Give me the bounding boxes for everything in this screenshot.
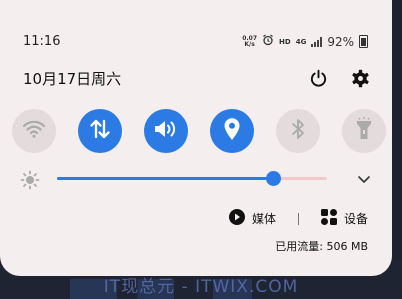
- wifi-icon: [22, 119, 46, 143]
- play-icon: [228, 209, 245, 228]
- net-speed: 0.07 K/s: [242, 35, 257, 48]
- signal-icon: [311, 36, 323, 47]
- toggle-mobile-data[interactable]: [78, 109, 122, 153]
- brightness-fill: [57, 177, 273, 180]
- toggle-sound[interactable]: [144, 109, 188, 153]
- battery-icon: [359, 35, 368, 48]
- brightness-sun-icon: [20, 170, 40, 194]
- bluetooth-icon: [291, 118, 305, 144]
- media-button[interactable]: 媒体: [228, 209, 276, 228]
- volume-icon: [153, 118, 179, 144]
- alarm-icon: [262, 34, 274, 49]
- media-label: 媒体: [251, 212, 276, 226]
- devices-grid-icon: [320, 209, 337, 228]
- status-bar: 11:16 0.07 K/s HD 4G 92%: [23, 34, 368, 52]
- quick-toggles: [12, 109, 387, 153]
- brightness-thumb[interactable]: [265, 171, 281, 186]
- toggle-wifi[interactable]: [12, 109, 56, 153]
- brightness-slider[interactable]: [57, 171, 327, 186]
- hd-label: HD: [279, 37, 291, 46]
- status-icons: 0.07 K/s HD 4G 92%: [242, 34, 368, 49]
- header-actions: [308, 68, 370, 88]
- date-label: 10月17日周六: [23, 70, 122, 88]
- media-device-row: 媒体 设备: [228, 209, 368, 228]
- data-transfer-icon: [89, 118, 111, 144]
- devices-button[interactable]: 设备: [320, 209, 368, 228]
- settings-icon[interactable]: [350, 68, 370, 88]
- status-time: 11:16: [23, 34, 61, 49]
- location-pin-icon: [223, 117, 241, 145]
- devices-label: 设备: [343, 212, 368, 226]
- toggle-flashlight[interactable]: [342, 109, 386, 153]
- data-usage-text: 已用流量: 506 MB: [275, 240, 368, 253]
- power-icon[interactable]: [308, 68, 328, 88]
- quick-settings-panel: 11:16 0.07 K/s HD 4G 92% 10月17日周六 媒体 设备 …: [0, 0, 392, 276]
- toggle-location[interactable]: [210, 109, 254, 153]
- brightness-control: [20, 168, 380, 190]
- toggle-bluetooth[interactable]: [276, 109, 320, 153]
- flashlight-icon: [355, 117, 373, 145]
- media-divider: [297, 212, 299, 225]
- net-speed-unit: K/s: [244, 40, 255, 48]
- chevron-down-icon[interactable]: [357, 171, 371, 190]
- network-type: 4G: [295, 37, 307, 46]
- battery-percent: 92%: [327, 34, 354, 49]
